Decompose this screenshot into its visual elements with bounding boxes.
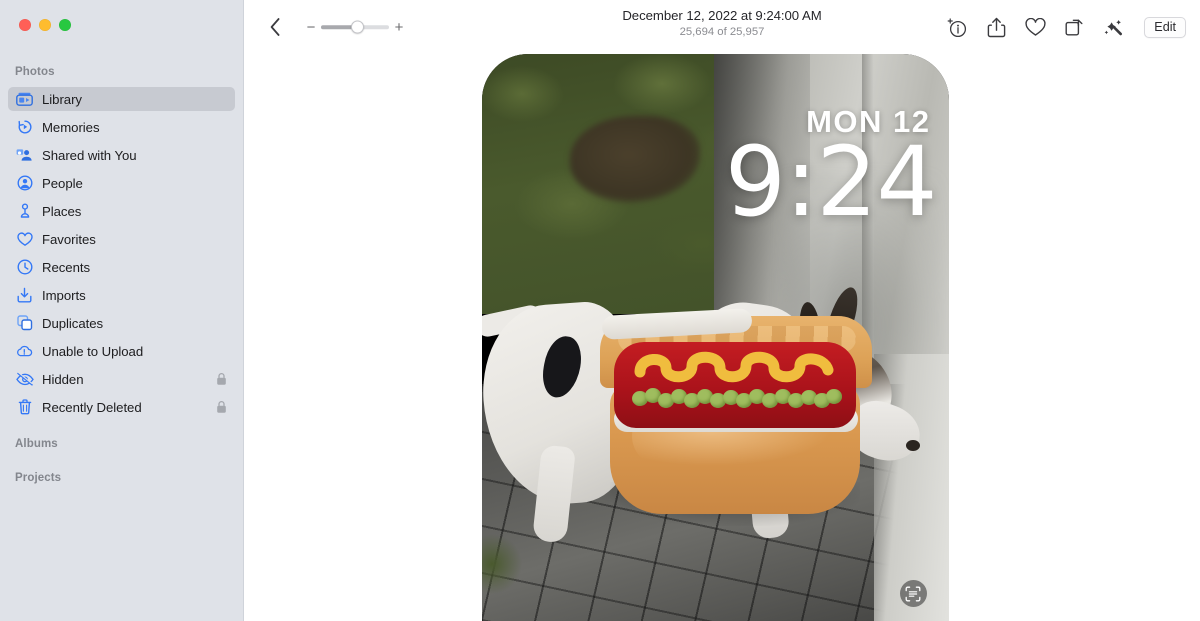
lock-icon: [216, 400, 227, 414]
sidebar-item-label: Favorites: [42, 231, 96, 247]
sidebar-item-hidden[interactable]: Hidden: [8, 367, 235, 391]
dog-nose: [905, 440, 920, 451]
sidebar-item-unable-to-upload[interactable]: Unable to Upload: [8, 339, 235, 363]
sidebar-item-label: Shared with You: [42, 147, 137, 163]
sidebar-item-imports[interactable]: Imports: [8, 283, 235, 307]
info-icon[interactable]: [946, 16, 968, 38]
photo-image[interactable]: MON 12 9:24: [481, 54, 949, 621]
window-controls: [19, 19, 71, 31]
scene-grass-lower: [481, 524, 542, 621]
toolbar-left-group: − +: [262, 0, 406, 54]
sidebar-item-label: People: [42, 175, 83, 191]
zoom-in-button[interactable]: +: [392, 20, 406, 35]
sidebar-item-label: Unable to Upload: [42, 343, 144, 359]
sidebar-item-label: Memories: [42, 119, 100, 135]
sidebar-item-duplicates[interactable]: Duplicates: [8, 311, 235, 335]
sidebar-item-label: Hidden: [42, 371, 84, 387]
sidebar-section-projects-header[interactable]: Projects: [0, 469, 243, 487]
photo-scene: MON 12 9:24: [481, 54, 949, 621]
costume-relish: [631, 388, 844, 408]
cloud-warning-icon: [15, 343, 34, 360]
sidebar-item-library[interactable]: Library: [8, 87, 235, 111]
sidebar-item-favorites[interactable]: Favorites: [8, 227, 235, 251]
lock-screen-time: 9:24: [724, 126, 938, 238]
rotate-icon[interactable]: [1063, 16, 1085, 38]
photo-viewer: MON 12 9:24: [244, 54, 1200, 621]
auto-enhance-icon[interactable]: [1102, 16, 1124, 38]
share-icon[interactable]: [985, 16, 1007, 38]
eye-slash-icon: [15, 371, 34, 388]
sidebar-item-label: Recents: [42, 259, 91, 275]
sidebar-section-albums-header[interactable]: Albums: [0, 435, 243, 453]
costume-mustard: [634, 350, 840, 384]
zoom-button[interactable]: [59, 19, 71, 31]
zoom-slider-thumb[interactable]: [351, 20, 364, 34]
sidebar-item-recents[interactable]: Recents: [8, 255, 235, 279]
sidebar-item-memories[interactable]: Memories: [8, 115, 235, 139]
minimize-button[interactable]: [39, 19, 51, 31]
memories-icon: [15, 119, 34, 136]
sidebar-item-label: Library: [42, 91, 82, 107]
sidebar-item-label: Places: [42, 203, 82, 219]
sidebar-item-shared-with-you[interactable]: Shared with You: [8, 143, 235, 167]
sidebar-item-label: Recently Deleted: [42, 399, 142, 415]
zoom-out-button[interactable]: −: [304, 20, 318, 35]
imports-icon: [15, 287, 34, 304]
sidebar-item-places[interactable]: Places: [8, 199, 235, 223]
edit-button[interactable]: Edit: [1144, 16, 1186, 38]
sidebar-item-people[interactable]: People: [8, 171, 235, 195]
sidebar-item-label: Duplicates: [42, 315, 104, 331]
lock-icon: [216, 372, 227, 386]
heart-icon: [15, 231, 34, 248]
clock-icon: [15, 259, 34, 276]
places-icon: [15, 203, 34, 220]
toolbar: − + December 12, 2022 at 9:24:00 AM 25,6…: [244, 0, 1200, 54]
toolbar-actions: Edit: [946, 0, 1186, 54]
main-content: − + December 12, 2022 at 9:24:00 AM 25,6…: [244, 0, 1200, 621]
favorite-heart-icon[interactable]: [1024, 16, 1046, 38]
zoom-controls: − +: [304, 20, 406, 35]
photos-app-window: Photos Library Memories Shared with You …: [0, 0, 1200, 621]
sidebar-item-label: Imports: [42, 287, 86, 303]
sidebar-item-recently-deleted[interactable]: Recently Deleted: [8, 395, 235, 419]
live-text-icon[interactable]: [899, 580, 927, 607]
shared-with-you-icon: [15, 147, 34, 164]
sidebar-section-photos-header: Photos: [15, 66, 55, 78]
close-button[interactable]: [19, 19, 31, 31]
sidebar-photos-list: Library Memories Shared with You People …: [0, 87, 243, 419]
zoom-slider[interactable]: [321, 20, 389, 34]
trash-icon: [15, 399, 34, 416]
back-button[interactable]: [262, 14, 288, 40]
library-icon: [15, 91, 34, 108]
people-icon: [15, 175, 34, 192]
duplicates-icon: [15, 315, 34, 332]
sidebar: Photos Library Memories Shared with You …: [0, 0, 244, 621]
